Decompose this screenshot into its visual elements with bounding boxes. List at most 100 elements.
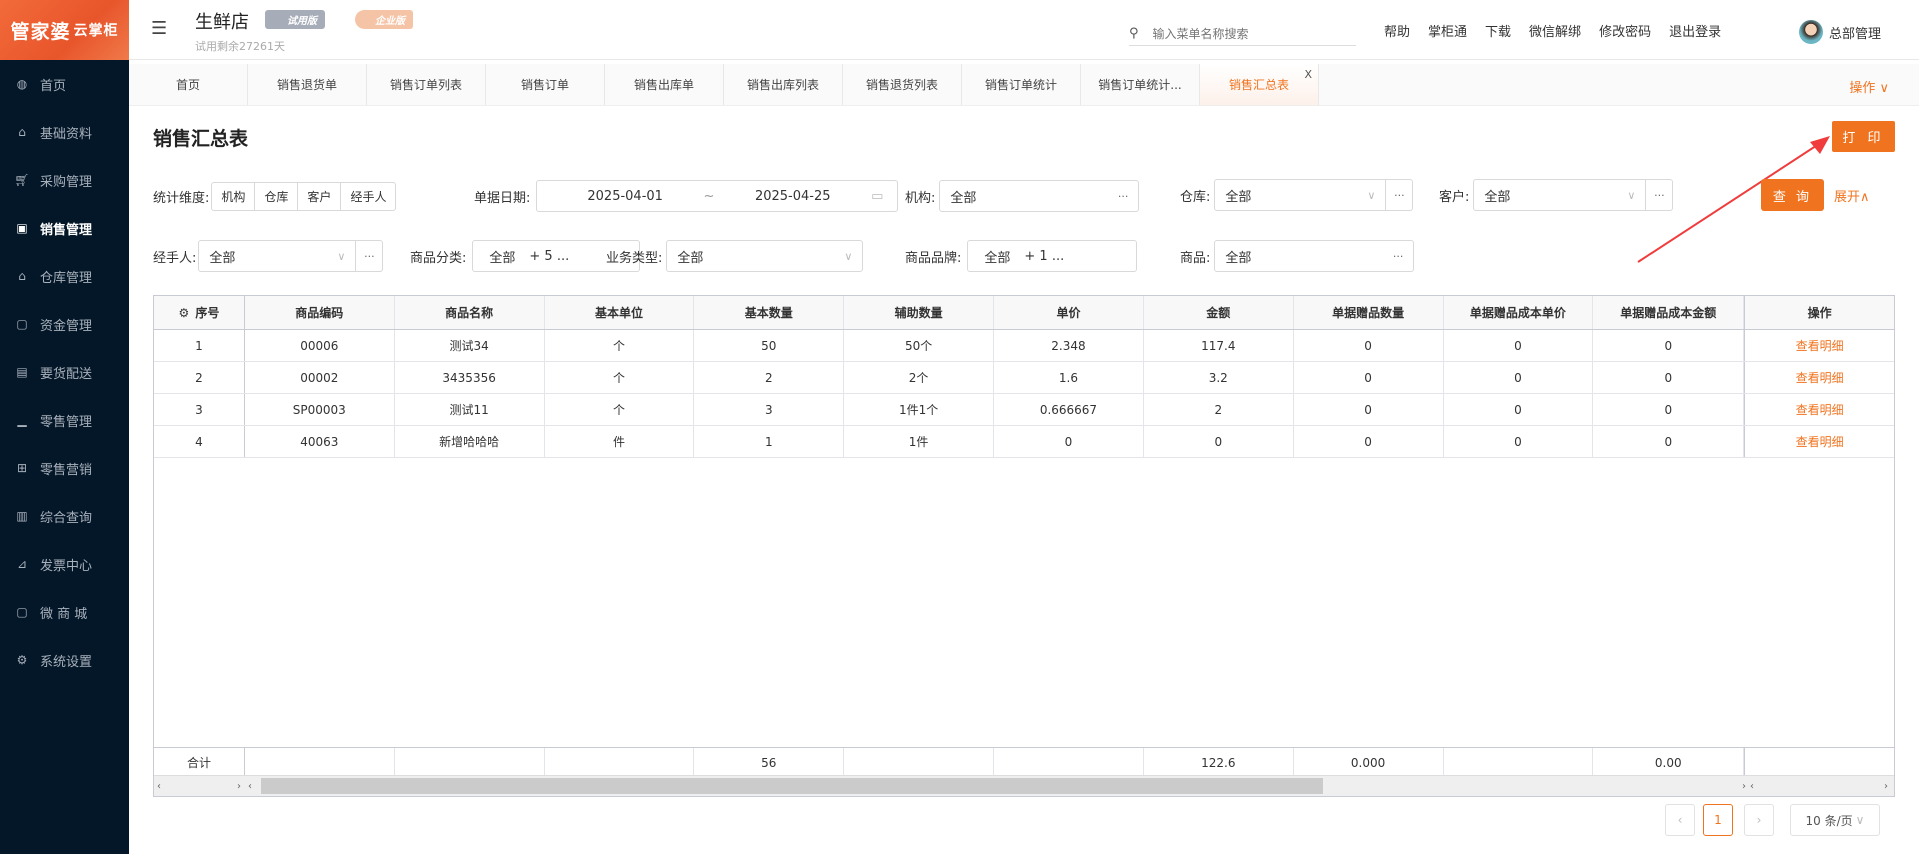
sidebar-item-8[interactable]: ⊞ 零售营销 [0, 444, 129, 492]
tab-8[interactable]: 销售订单统计... [1081, 64, 1200, 105]
column-header[interactable]: 单据赠品数量 [1294, 296, 1444, 329]
tab-4[interactable]: 销售出库单 [605, 64, 724, 105]
category-more-count: + 5 ... [529, 248, 570, 264]
column-header[interactable]: ⚙ 序号 [154, 296, 245, 329]
total-cell: 0.000 [1294, 748, 1444, 777]
table-cell: 2 [154, 362, 245, 393]
menu-collapse-icon[interactable]: ☰ [151, 18, 167, 39]
tab-6[interactable]: 销售退货列表 [843, 64, 962, 105]
print-button[interactable]: 打 印 [1832, 121, 1895, 152]
customer-more-button[interactable]: ··· [1646, 179, 1674, 211]
sidebar-item-7[interactable]: ▁ 零售管理 [0, 396, 129, 444]
sidebar-item-6[interactable]: ▤ 要货配送 [0, 348, 129, 396]
stat-dimension-filter: 统计维度: 机构 仓库 客户 经手人 [153, 182, 397, 211]
query-button[interactable]: 查 询 [1761, 179, 1824, 211]
dimension-option-1[interactable]: 仓库 [255, 183, 299, 210]
scroll-left-icon[interactable]: ‹ [1750, 781, 1754, 792]
dimension-option-0[interactable]: 机构 [212, 183, 256, 210]
page-size-select[interactable]: 10 条/页 ∨ [1790, 804, 1880, 836]
settings-icon[interactable]: ⚙ [179, 306, 190, 320]
view-detail-link[interactable]: 查看明细 [1796, 401, 1844, 418]
column-header[interactable]: 基本数量 [694, 296, 845, 329]
header-link-2[interactable]: 下载 [1485, 21, 1511, 40]
horizontal-scrollbar[interactable]: ‹ › ‹ › ‹ › [154, 775, 1894, 796]
view-detail-link[interactable]: 查看明细 [1796, 433, 1844, 450]
column-header[interactable]: 单据赠品成本金额 [1593, 296, 1745, 329]
table-cell: 新增哈哈哈 [395, 426, 545, 457]
sidebar-item-3[interactable]: ▣ 销售管理 [0, 204, 129, 252]
menu-search-input[interactable] [1152, 26, 1343, 41]
dimension-option-2[interactable]: 客户 [298, 183, 342, 210]
scroll-left-icon[interactable]: ‹ [157, 781, 161, 792]
scroll-left-icon[interactable]: ‹ [248, 781, 252, 792]
column-header[interactable]: 辅助数量 [844, 296, 995, 329]
sidebar-item-0[interactable]: ◍ 首页 [0, 60, 129, 108]
warehouse-select[interactable]: 全部 ∨ [1214, 179, 1387, 211]
prev-page-button[interactable]: ‹ [1665, 804, 1695, 836]
header-link-0[interactable]: 帮助 [1384, 21, 1410, 40]
warehouse-filter: 仓库: 全部 ∨ ··· [1180, 179, 1414, 211]
sidebar-item-5[interactable]: ▢ 资金管理 [0, 300, 129, 348]
tab-5[interactable]: 销售出库列表 [724, 64, 843, 105]
warehouse-more-button[interactable]: ··· [1386, 179, 1414, 211]
user-menu[interactable]: 总部管理 [1799, 20, 1881, 44]
column-header-label: 序号 [195, 306, 220, 320]
sidebar-item-1[interactable]: ⌂ 基础资料 [0, 108, 129, 156]
sidebar-item-4[interactable]: ⌂ 仓库管理 [0, 252, 129, 300]
handler-select[interactable]: 全部 ∨ [198, 240, 357, 272]
sidebar-item-12[interactable]: ⚙ 系统设置 [0, 636, 129, 684]
page-1-button[interactable]: 1 [1703, 804, 1733, 836]
header-link-1[interactable]: 掌柜通 [1428, 21, 1467, 40]
gift-icon: ⊞ [16, 461, 28, 475]
date-range-input[interactable]: 2025-04-01 ~ 2025-04-25 ▭ [536, 180, 899, 212]
tab-3[interactable]: 销售订单 [486, 64, 605, 105]
header-link-3[interactable]: 微信解绑 [1529, 21, 1581, 40]
table-cell: 1件 [844, 426, 995, 457]
column-header-label: 商品名称 [445, 306, 494, 320]
view-detail-link[interactable]: 查看明细 [1796, 369, 1844, 386]
close-icon[interactable]: X [1304, 68, 1312, 81]
table-cell: 0 [994, 426, 1144, 457]
brand-input[interactable]: 全部 + 1 ... [967, 240, 1138, 272]
enterprise-badge[interactable]: 企业版 [355, 10, 413, 29]
date-filter: 单据日期: 2025-04-01 ~ 2025-04-25 ▭ [474, 180, 899, 212]
column-header[interactable]: 商品名称 [395, 296, 545, 329]
handler-value: 全部 [209, 250, 236, 266]
goods-input[interactable]: 全部 ··· [1214, 240, 1415, 272]
header-link-5[interactable]: 退出登录 [1669, 21, 1721, 40]
expand-toggle[interactable]: 展开∧ [1834, 186, 1870, 205]
tab-2[interactable]: 销售订单列表 [367, 64, 486, 105]
scroll-thumb[interactable] [261, 778, 1323, 794]
customer-select[interactable]: 全部 ∨ [1473, 179, 1647, 211]
view-detail-link[interactable]: 查看明细 [1796, 337, 1844, 354]
tab-7[interactable]: 销售订单统计 [962, 64, 1081, 105]
logo[interactable]: 管家婆 云掌柜 [0, 0, 129, 60]
column-header[interactable]: 商品编码 [245, 296, 395, 329]
next-page-button[interactable]: › [1744, 804, 1774, 836]
trial-badge: 试用版 [265, 10, 325, 29]
column-header[interactable]: 金额 [1144, 296, 1294, 329]
scroll-right-icon[interactable]: › [237, 781, 241, 792]
scroll-right-icon[interactable]: › [1742, 781, 1746, 792]
tab-operations-button[interactable]: 操作 ∨ [1849, 77, 1889, 96]
scroll-right-icon[interactable]: › [1884, 781, 1888, 792]
tab-0[interactable]: 首页 [129, 64, 248, 105]
tab-9[interactable]: 销售汇总表 X [1200, 64, 1319, 105]
column-header[interactable]: 基本单位 [545, 296, 695, 329]
column-header[interactable]: 单价 [994, 296, 1144, 329]
sidebar-item-2[interactable]: 🛒︎ 采购管理 [0, 156, 129, 204]
header-link-4[interactable]: 修改密码 [1599, 21, 1651, 40]
menu-search: ⚲ [1129, 22, 1356, 46]
sidebar-item-9[interactable]: ▥ 综合查询 [0, 492, 129, 540]
table-cell: 0 [1444, 330, 1594, 361]
column-header[interactable]: 单据赠品成本单价 [1444, 296, 1594, 329]
org-input[interactable]: 全部 ··· [939, 180, 1140, 212]
sidebar-item-10[interactable]: ⊿ 发票中心 [0, 540, 129, 588]
user-name: 总部管理 [1829, 26, 1882, 42]
tab-1[interactable]: 销售退货单 [248, 64, 367, 105]
business-type-select[interactable]: 全部 ∨ [666, 240, 864, 272]
sidebar-item-11[interactable]: ▢ 微 商 城 [0, 588, 129, 636]
handler-more-button[interactable]: ··· [356, 240, 384, 272]
dimension-option-3[interactable]: 经手人 [341, 183, 395, 210]
column-header[interactable]: 操作 [1744, 296, 1894, 329]
